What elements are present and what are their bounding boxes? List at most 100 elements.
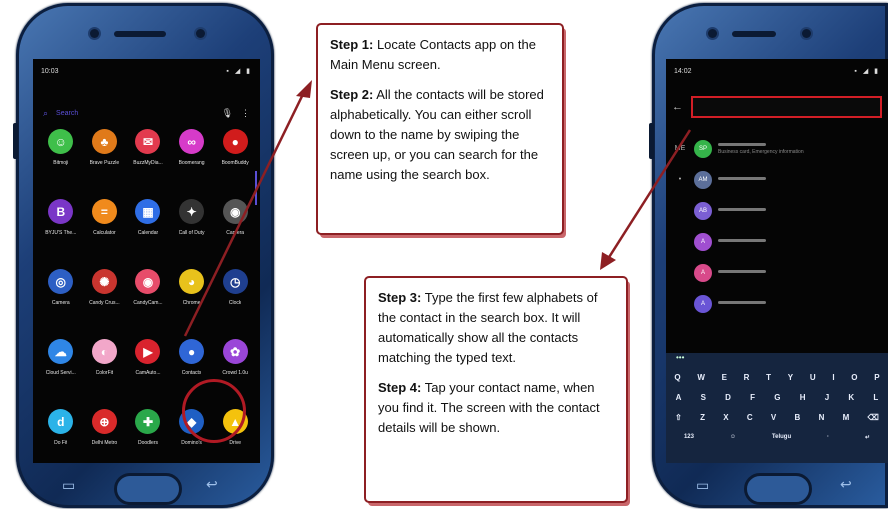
key[interactable]: H [800, 393, 806, 402]
app-colorfit[interactable]: ◐ ColorFit [83, 339, 127, 409]
app-delhi-metro[interactable]: ⊕ Delhi Metro [83, 409, 127, 463]
app-buzzmydia[interactable]: ✉ BuzzMyDia... [126, 129, 170, 199]
app-label: Do Fit [54, 440, 68, 446]
app-candycam[interactable]: ◉ CandyCam... [126, 269, 170, 339]
app-label: CandyCam... [133, 300, 163, 306]
step4-title: Step 4: [378, 380, 422, 395]
key[interactable]: F [750, 393, 755, 402]
instruction-callout-steps-3-4: Step 3: Type the first few alphabets of … [364, 276, 628, 503]
app-label: BYJU'S The... [45, 230, 77, 236]
volume-key[interactable] [649, 123, 654, 159]
app-bitmoji[interactable]: ☺ Bitmoji [39, 129, 83, 199]
key[interactable]: U [810, 373, 816, 382]
contact-avatar: AB [694, 201, 712, 220]
key[interactable]: C [747, 413, 753, 422]
key[interactable]: P [874, 373, 879, 382]
step2-title: Step 2: [330, 87, 374, 102]
contacts-highlight-circle [182, 379, 246, 443]
keyboard-row: ⇧ Z X C V B N M ⌫ [666, 407, 888, 427]
status-icons: ▪ ◢ ▮ [226, 68, 252, 75]
app-boomerang[interactable]: ∞ Boomerang [170, 129, 214, 199]
contact-row[interactable]: AB [672, 195, 882, 226]
app-clock[interactable]: ◷ Clock [213, 269, 257, 339]
step2-paragraph: Step 2: All the contacts will be stored … [330, 85, 554, 185]
key[interactable]: Telugu [772, 434, 791, 440]
app-do-fit[interactable]: d Do Fit [39, 409, 83, 463]
key[interactable]: M [843, 413, 850, 422]
key[interactable]: ⇧ [675, 413, 682, 422]
app-byju-s-the[interactable]: B BYJU'S The... [39, 199, 83, 269]
keyboard-toolbar[interactable]: ••• [666, 353, 888, 367]
app-calendar[interactable]: ▦ Calendar [126, 199, 170, 269]
key[interactable]: Y [788, 373, 793, 382]
key[interactable]: I [832, 373, 834, 382]
contact-info [718, 300, 882, 307]
key[interactable]: V [771, 413, 776, 422]
app-doodlers[interactable]: ✚ Doodlers [126, 409, 170, 463]
key[interactable]: A [676, 393, 682, 402]
key[interactable]: ↵ [865, 434, 870, 441]
scroll-indicator[interactable] [255, 171, 257, 205]
app-icon: ✚ [135, 409, 161, 434]
app-label: Candy Crus... [89, 300, 120, 306]
contact-row[interactable]: A [672, 257, 882, 288]
key[interactable]: G [774, 393, 780, 402]
volume-key[interactable] [13, 123, 18, 159]
key[interactable]: R [744, 373, 750, 382]
app-call-of-duty[interactable]: ✦ Call of Duty [170, 199, 214, 269]
back-key[interactable]: ↩ [206, 476, 218, 493]
app-camera[interactable]: ◉ Camera [213, 199, 257, 269]
search-placeholder: Search [56, 109, 79, 117]
app-icon: B [48, 199, 74, 224]
contact-row[interactable]: ME SP Business card, Emergency information [672, 133, 882, 164]
key[interactable]: W [697, 373, 705, 382]
key[interactable]: D [725, 393, 731, 402]
key[interactable]: X [723, 413, 728, 422]
key[interactable]: Q [674, 373, 680, 382]
home-button[interactable] [114, 473, 182, 505]
app-camera[interactable]: ◎ Camera [39, 269, 83, 339]
key[interactable]: S [701, 393, 706, 402]
front-camera-icon [90, 29, 99, 38]
key[interactable]: ☺ [730, 434, 736, 440]
contact-name-blurred [718, 300, 766, 304]
key[interactable]: Z [700, 413, 705, 422]
key[interactable]: J [825, 393, 829, 402]
key[interactable]: 123 [684, 434, 694, 440]
app-label: Calculator [93, 230, 116, 236]
app-chrome[interactable]: ◕ Chrome [170, 269, 214, 339]
contact-list: ME SP Business card, Emergency information… [672, 133, 882, 319]
app-label: BuzzMyDia... [133, 160, 163, 166]
back-arrow-icon[interactable]: ← [672, 101, 683, 113]
back-key[interactable]: ↩ [840, 476, 852, 493]
key[interactable]: · [827, 434, 829, 440]
home-button[interactable] [744, 473, 812, 505]
app-camauto[interactable]: ▶ CamAuto... [126, 339, 170, 409]
key[interactable]: O [851, 373, 857, 382]
app-search-bar[interactable]: ⌕ Search 🎙 ⋮ [43, 105, 250, 121]
key[interactable]: E [722, 373, 727, 382]
contact-row[interactable]: A [672, 226, 882, 257]
app-brave-puzzle[interactable]: ♣ Brave Puzzle [83, 129, 127, 199]
app-icon: ♣ [91, 129, 117, 154]
contacts-search-box[interactable] [691, 96, 882, 118]
app-icon: ◉ [222, 199, 248, 224]
app-calculator[interactable]: = Calculator [83, 199, 127, 269]
more-options-icon[interactable]: ⋮ [241, 108, 250, 119]
key[interactable]: B [795, 413, 801, 422]
app-boombuddy[interactable]: ● BoomBuddy [213, 129, 257, 199]
recent-apps-key[interactable]: ▭ [62, 477, 75, 494]
app-icon: ✉ [135, 129, 161, 154]
key[interactable]: K [848, 393, 854, 402]
key[interactable]: ⌫ [868, 413, 879, 422]
contact-row[interactable]: • AM [672, 164, 882, 195]
app-cloud-servi[interactable]: ☁ Cloud Servi... [39, 339, 83, 409]
key[interactable]: N [819, 413, 825, 422]
microphone-icon[interactable]: 🎙 [222, 108, 233, 119]
key[interactable]: T [766, 373, 771, 382]
key[interactable]: L [873, 393, 878, 402]
contact-row[interactable]: A [672, 288, 882, 319]
recent-apps-key[interactable]: ▭ [696, 477, 709, 494]
left-phone: 10:03 ▪ ◢ ▮ ⌕ Search 🎙 ⋮ ☺ Bitmoji ♣ Brave … [13, 3, 274, 508]
app-candy-crus[interactable]: ✺ Candy Crus... [83, 269, 127, 339]
